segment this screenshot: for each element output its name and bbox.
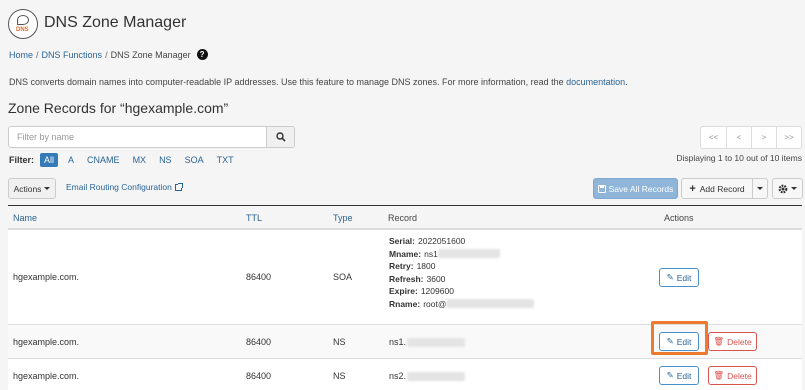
actions-dropdown-button[interactable]: Actions: [8, 178, 56, 199]
add-record-button[interactable]: + Add Record: [681, 178, 753, 199]
settings-dropdown-button[interactable]: [772, 178, 803, 199]
delete-button[interactable]: 🗑 Delete: [708, 366, 757, 385]
save-icon: [597, 184, 606, 193]
filter-by-name-input[interactable]: [9, 127, 266, 147]
record-ttl: 86400: [246, 272, 272, 282]
caret-down-icon: [757, 187, 763, 190]
record-type-filter: Filter: All A CNAME MX NS SOA TXT: [9, 153, 247, 167]
soa-mname: ns1: [424, 248, 438, 259]
zone-records-title: Zone Records for “hgexample.com”: [8, 100, 229, 116]
column-name-header[interactable]: Name: [13, 213, 37, 223]
filter-label: Filter:: [9, 155, 35, 165]
filter-all[interactable]: All: [40, 153, 59, 167]
filter-a[interactable]: A: [68, 155, 74, 165]
filter-txt[interactable]: TXT: [217, 155, 234, 165]
pencil-icon: ✎: [666, 272, 674, 282]
soa-expire: 1209600: [420, 286, 454, 296]
search-button[interactable]: [266, 127, 294, 147]
record-value: ns2.: [389, 371, 466, 381]
filter-cname[interactable]: CNAME: [87, 155, 120, 165]
record-type: NS: [333, 337, 346, 347]
record-name: hgexample.com.: [13, 272, 80, 282]
help-icon[interactable]: ?: [196, 49, 208, 60]
breadcrumb: Home / DNS Functions / DNS Zone Manager …: [9, 49, 208, 60]
soa-retry: 1800: [416, 261, 436, 271]
record-ttl: 86400: [246, 337, 272, 347]
edit-button[interactable]: ✎ Edit: [659, 366, 699, 385]
search-icon: [275, 132, 286, 142]
table-row: hgexample.com. 86400 SOA Serial: 20220516…: [8, 230, 802, 325]
documentation-link[interactable]: documentation: [566, 77, 625, 87]
column-type-header[interactable]: Type: [333, 213, 353, 223]
next-page-button[interactable]: >: [751, 127, 776, 148]
column-record-header: Record: [388, 213, 418, 223]
filter-mx[interactable]: MX: [133, 155, 147, 165]
breadcrumb-home[interactable]: Home: [9, 50, 33, 60]
column-actions-header: Actions: [664, 213, 694, 223]
dns-logo-icon: DNS: [8, 9, 38, 39]
prev-page-button[interactable]: <: [726, 127, 751, 148]
pagination: << < > >>: [700, 126, 802, 149]
soa-rname: root@: [423, 298, 447, 309]
add-record-dropdown-toggle[interactable]: [752, 178, 768, 199]
filter-ns[interactable]: NS: [159, 155, 172, 165]
page-title: DNS Zone Manager: [44, 14, 187, 31]
record-name: hgexample.com.: [13, 371, 80, 381]
first-page-button[interactable]: <<: [701, 127, 726, 148]
column-ttl-header[interactable]: TTL: [246, 213, 262, 223]
pencil-icon: ✎: [666, 370, 674, 380]
breadcrumb-current: DNS Zone Manager: [110, 49, 191, 60]
record-type: NS: [333, 371, 346, 381]
trash-icon: 🗑: [713, 336, 725, 346]
delete-button[interactable]: 🗑 Delete: [708, 332, 757, 351]
last-page-button[interactable]: >>: [776, 127, 801, 148]
soa-refresh: 3600: [426, 273, 446, 284]
external-link-icon: [174, 182, 183, 191]
zone-records-table: Name TTL Type Record Actions hgexample.c…: [8, 205, 802, 390]
page-description: DNS converts domain names into computer-…: [9, 77, 628, 87]
save-all-records-button[interactable]: Save All Records: [593, 178, 678, 199]
breadcrumb-dns-functions[interactable]: DNS Functions: [42, 50, 103, 60]
caret-down-icon: [44, 187, 51, 190]
search-box: [8, 126, 295, 148]
table-header: Name TTL Type Record Actions: [8, 205, 802, 230]
plus-icon: +: [689, 182, 696, 195]
edit-button[interactable]: ✎ Edit: [659, 268, 699, 287]
caret-down-icon: [791, 187, 797, 190]
edit-button-highlight: [651, 321, 708, 355]
pagination-status: Displaying 1 to 10 out of 10 items: [676, 153, 802, 163]
email-routing-link[interactable]: Email Routing Configuration: [66, 182, 183, 192]
trash-icon: 🗑: [713, 370, 725, 380]
soa-record-details: Serial: 2022051600 Mname: ns1 Retry: 1800 R…: [389, 236, 535, 311]
gear-icon: [778, 184, 788, 193]
filter-soa[interactable]: SOA: [185, 155, 204, 165]
soa-serial: 2022051600: [418, 236, 466, 246]
record-name: hgexample.com.: [13, 337, 80, 347]
record-type: SOA: [333, 272, 353, 282]
table-row: hgexample.com. 86400 NS ns2. ✎ Edit 🗑 Dele…: [8, 359, 802, 390]
logo-text: DNS: [16, 27, 29, 33]
record-ttl: 86400: [246, 371, 272, 381]
record-value: ns1.: [389, 337, 466, 347]
